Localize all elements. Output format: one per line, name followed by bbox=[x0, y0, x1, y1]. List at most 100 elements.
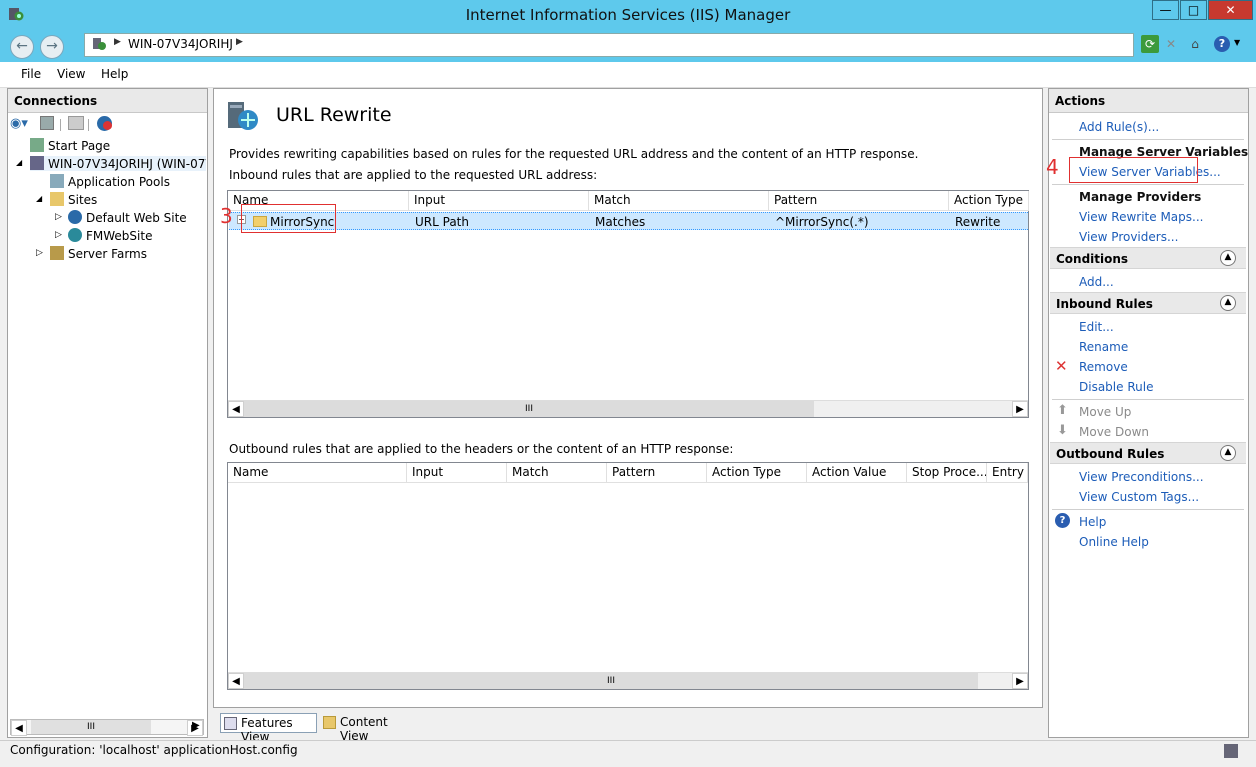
maximize-button[interactable]: □ bbox=[1180, 0, 1207, 20]
annotation-number-4: 4 bbox=[1046, 155, 1059, 179]
help-link[interactable]: Help bbox=[1079, 515, 1106, 529]
conditions-section-header[interactable]: Conditions bbox=[1050, 247, 1246, 269]
column-header-entry-type[interactable]: Entry T bbox=[987, 463, 1028, 483]
save-icon[interactable] bbox=[40, 116, 54, 130]
view-providers-link[interactable]: View Providers... bbox=[1079, 230, 1178, 244]
connections-scrollbar[interactable]: ◀ III ▶ bbox=[10, 719, 204, 736]
scroll-right-icon[interactable]: ▶ bbox=[1012, 401, 1028, 417]
back-button[interactable]: ← bbox=[10, 35, 34, 59]
server-status-icon bbox=[1224, 744, 1238, 758]
column-header-pattern[interactable]: Pattern bbox=[769, 191, 949, 211]
inbound-scrollbar[interactable]: ◀ III ▶ bbox=[228, 400, 1028, 417]
annotation-box-4 bbox=[1069, 157, 1198, 183]
home-icon[interactable]: ⌂ bbox=[1186, 35, 1204, 53]
column-header-pattern[interactable]: Pattern bbox=[607, 463, 707, 483]
help-icon[interactable]: ? bbox=[1214, 36, 1230, 52]
scroll-right-icon[interactable]: ▶ bbox=[1012, 673, 1028, 689]
expand-arrow-icon[interactable]: ▷ bbox=[55, 230, 62, 240]
add-condition-link[interactable]: Add... bbox=[1079, 275, 1114, 289]
column-header-action-type[interactable]: Action Type bbox=[949, 191, 1029, 211]
column-header-match[interactable]: Match bbox=[589, 191, 769, 211]
window-title: Internet Information Services (IIS) Mana… bbox=[465, 6, 791, 24]
content-view-icon bbox=[323, 716, 336, 729]
remove-link[interactable]: Remove bbox=[1079, 360, 1128, 374]
toolbar-separator bbox=[88, 119, 89, 131]
inbound-rules-grid[interactable]: Name Input Match Pattern Action Type + M… bbox=[227, 190, 1029, 418]
tree-item-start-page[interactable]: Start Page bbox=[30, 138, 110, 153]
breadcrumb-arrow-icon[interactable]: ▶ bbox=[236, 37, 243, 47]
outbound-scrollbar[interactable]: ◀ III ▶ bbox=[228, 672, 1028, 689]
app-pools-icon bbox=[50, 174, 64, 188]
view-custom-tags-link[interactable]: View Custom Tags... bbox=[1079, 490, 1199, 504]
column-header-action-value[interactable]: Action Value bbox=[807, 463, 907, 483]
connections-header: Connections bbox=[8, 89, 207, 113]
outbound-rules-section-header[interactable]: Outbound Rules bbox=[1050, 442, 1246, 464]
tab-features-view[interactable]: Features View bbox=[220, 713, 317, 744]
delete-connection-icon[interactable] bbox=[97, 116, 112, 131]
scroll-thumb[interactable]: III bbox=[31, 720, 151, 734]
inbound-caption: Inbound rules that are applied to the re… bbox=[229, 168, 598, 182]
add-rules-link[interactable]: Add Rule(s)... bbox=[1079, 120, 1159, 134]
divider bbox=[1052, 184, 1244, 185]
scroll-left-icon[interactable]: ◀ bbox=[228, 401, 244, 417]
move-down-link[interactable]: Move Down bbox=[1079, 425, 1149, 439]
outbound-rules-grid[interactable]: Name Input Match Pattern Action Type Act… bbox=[227, 462, 1029, 690]
scroll-left-icon[interactable]: ◀ bbox=[11, 720, 27, 736]
inbound-rules-section-header[interactable]: Inbound Rules bbox=[1050, 292, 1246, 314]
actions-header: Actions bbox=[1049, 89, 1248, 113]
collapse-up-icon[interactable]: ▲ bbox=[1220, 250, 1236, 266]
column-header-name[interactable]: Name bbox=[228, 463, 407, 483]
online-help-link[interactable]: Online Help bbox=[1079, 535, 1149, 549]
column-header-action-type[interactable]: Action Type bbox=[707, 463, 807, 483]
tab-content-view[interactable]: Content View bbox=[320, 713, 420, 743]
breadcrumb-arrow-icon[interactable]: ▶ bbox=[114, 37, 121, 47]
tree-item-fmwebsite[interactable]: FMWebSite bbox=[68, 228, 152, 243]
tree-item-sites[interactable]: Sites bbox=[50, 192, 97, 207]
collapse-arrow-icon[interactable]: ◢ bbox=[16, 158, 22, 167]
help-dropdown-icon[interactable]: ▼ bbox=[1234, 38, 1240, 47]
close-button[interactable]: ✕ bbox=[1208, 0, 1253, 20]
view-rewrite-maps-link[interactable]: View Rewrite Maps... bbox=[1079, 210, 1203, 224]
scroll-thumb[interactable]: III bbox=[244, 673, 978, 689]
menu-file[interactable]: File bbox=[21, 67, 41, 81]
column-header-match[interactable]: Match bbox=[507, 463, 607, 483]
stop-icon[interactable]: ✕ bbox=[1162, 35, 1180, 53]
forward-button[interactable]: → bbox=[40, 35, 64, 59]
tree-item-application-pools[interactable]: Application Pools bbox=[50, 174, 170, 189]
expand-arrow-icon[interactable]: ▷ bbox=[36, 248, 43, 258]
scroll-thumb[interactable]: III bbox=[244, 401, 814, 417]
collapse-arrow-icon[interactable]: ◢ bbox=[36, 194, 42, 203]
annotation-number-3: 3 bbox=[220, 204, 233, 228]
rename-link[interactable]: Rename bbox=[1079, 340, 1128, 354]
globe-icon bbox=[68, 210, 82, 224]
table-row[interactable]: + MirrorSync URL Path Matches ^MirrorSyn… bbox=[229, 212, 1028, 230]
breadcrumb-server[interactable]: WIN-07V34JORIHJ bbox=[128, 37, 233, 51]
disable-rule-link[interactable]: Disable Rule bbox=[1079, 380, 1153, 394]
refresh-icon[interactable]: ⟳ bbox=[1141, 35, 1159, 53]
column-header-stop-processing[interactable]: Stop Proce... bbox=[907, 463, 987, 483]
move-down-icon: ⬇ bbox=[1057, 423, 1068, 438]
move-up-link[interactable]: Move Up bbox=[1079, 405, 1131, 419]
panel-toggle-arrow-icon[interactable]: ▶ bbox=[192, 720, 200, 731]
page-title: URL Rewrite bbox=[276, 104, 392, 126]
view-preconditions-link[interactable]: View Preconditions... bbox=[1079, 470, 1204, 484]
collapse-up-icon[interactable]: ▲ bbox=[1220, 295, 1236, 311]
rule-input: URL Path bbox=[415, 215, 469, 229]
column-header-input[interactable]: Input bbox=[409, 191, 589, 211]
tree-item-server[interactable]: WIN-07V34JORIHJ (WIN-07V3 bbox=[30, 156, 206, 171]
up-level-icon[interactable] bbox=[68, 116, 84, 130]
edit-link[interactable]: Edit... bbox=[1079, 320, 1114, 334]
tree-item-server-farms[interactable]: Server Farms bbox=[50, 246, 147, 261]
column-header-input[interactable]: Input bbox=[407, 463, 507, 483]
manage-providers-heading: Manage Providers bbox=[1079, 190, 1202, 204]
scroll-left-icon[interactable]: ◀ bbox=[228, 673, 244, 689]
tree-item-default-web-site[interactable]: Default Web Site bbox=[68, 210, 187, 225]
annotation-box-3 bbox=[241, 204, 336, 233]
collapse-up-icon[interactable]: ▲ bbox=[1220, 445, 1236, 461]
minimize-button[interactable]: — bbox=[1152, 0, 1179, 20]
menu-view[interactable]: View bbox=[57, 67, 85, 81]
connect-icon[interactable]: ◉▾ bbox=[10, 116, 28, 131]
expand-arrow-icon[interactable]: ▷ bbox=[55, 212, 62, 222]
menu-help[interactable]: Help bbox=[101, 67, 128, 81]
toolbar-separator bbox=[60, 119, 61, 131]
